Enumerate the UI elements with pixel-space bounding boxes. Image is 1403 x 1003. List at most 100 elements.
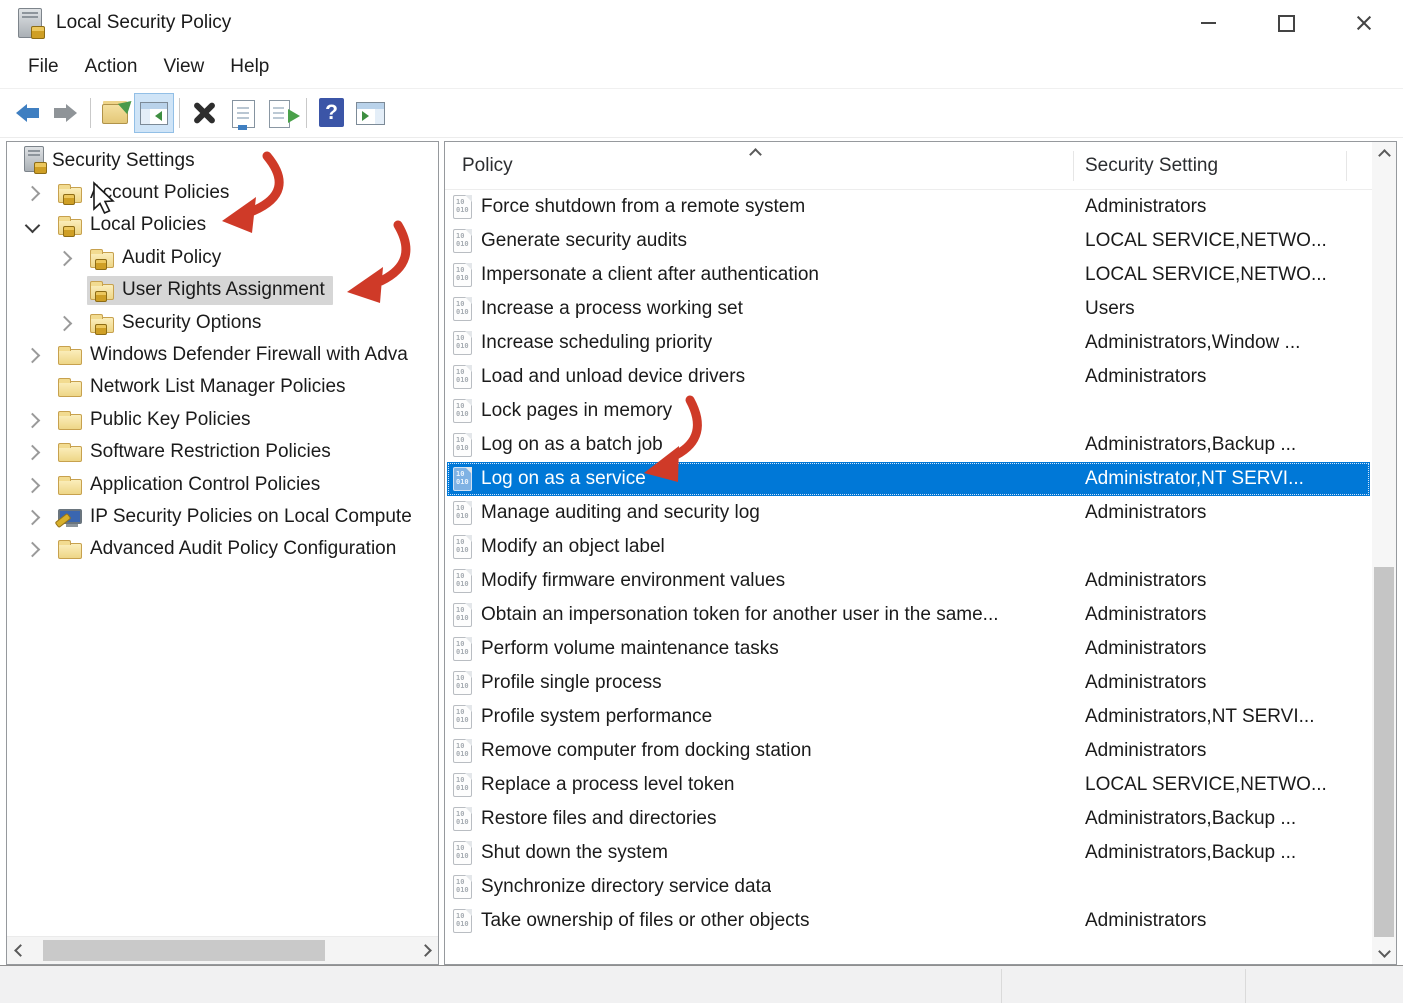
policy-name: Modify an object label bbox=[481, 536, 665, 557]
policy-row-replace-a-process-level-token[interactable]: Replace a process level token LOCAL SERVI… bbox=[447, 768, 1370, 802]
tree-item-windows-defender-firewall-with-adva[interactable]: Windows Defender Firewall with Adva bbox=[7, 339, 438, 371]
column-divider[interactable] bbox=[1346, 151, 1347, 181]
policy-row-restore-files-and-directories[interactable]: Restore files and directories Administrat… bbox=[447, 802, 1370, 836]
policy-row-shut-down-the-system[interactable]: Shut down the system Administrators,Backu… bbox=[447, 836, 1370, 870]
menu-view[interactable]: View bbox=[150, 52, 217, 84]
chevron-right-icon[interactable] bbox=[56, 315, 73, 331]
menu-help[interactable]: Help bbox=[217, 52, 282, 84]
tree-item-ip-security-policies-on-local-compute[interactable]: IP Security Policies on Local Compute bbox=[7, 501, 438, 533]
policy-row-modify-firmware-environment-values[interactable]: Modify firmware environment values Admini… bbox=[447, 564, 1370, 598]
policy-doc-icon bbox=[453, 603, 472, 627]
tree-item-audit-policy[interactable]: Audit Policy bbox=[7, 242, 438, 274]
policy-name: Manage auditing and security log bbox=[481, 502, 760, 523]
policy-row-increase-a-process-working-set[interactable]: Increase a process working set Users bbox=[447, 292, 1370, 326]
tree-item-label: User Rights Assignment bbox=[122, 279, 325, 301]
delete-icon[interactable] bbox=[186, 94, 224, 132]
tree-item-user-rights-assignment[interactable]: User Rights Assignment bbox=[7, 275, 438, 307]
policy-row-manage-auditing-and-security-log[interactable]: Manage auditing and security log Administ… bbox=[447, 496, 1370, 530]
chevron-right-icon[interactable] bbox=[24, 477, 41, 493]
tree-item-security-settings[interactable]: Security Settings bbox=[7, 145, 438, 177]
policy-row-lock-pages-in-memory[interactable]: Lock pages in memory bbox=[447, 394, 1370, 428]
minimize-icon bbox=[1200, 22, 1216, 24]
chevron-right-icon[interactable] bbox=[24, 509, 41, 526]
tree-item-account-policies[interactable]: Account Policies bbox=[7, 177, 438, 209]
policy-row-force-shutdown-from-a-remote-system[interactable]: Force shutdown from a remote system Admin… bbox=[447, 190, 1370, 224]
policy-name: Synchronize directory service data bbox=[481, 876, 772, 897]
menu-action[interactable]: Action bbox=[72, 52, 151, 84]
policy-row-log-on-as-a-batch-job[interactable]: Log on as a batch job Administrators,Back… bbox=[447, 428, 1370, 462]
policy-doc-icon bbox=[453, 297, 472, 321]
policy-name: Log on as a batch job bbox=[481, 434, 663, 455]
tree-item-local-policies[interactable]: Local Policies bbox=[7, 210, 438, 242]
list-vertical-scrollbar[interactable] bbox=[1372, 142, 1396, 964]
chevron-right-icon[interactable] bbox=[56, 250, 73, 267]
tree-item-public-key-policies[interactable]: Public Key Policies bbox=[7, 404, 438, 436]
column-divider[interactable] bbox=[1073, 151, 1074, 181]
policy-doc-icon bbox=[453, 501, 472, 525]
tree-expander bbox=[24, 509, 55, 526]
policy-row-modify-an-object-label[interactable]: Modify an object label bbox=[447, 530, 1370, 564]
policy-row-obtain-an-impersonation-token-for-another-user-in-the-same[interactable]: Obtain an impersonation token for anothe… bbox=[447, 598, 1370, 632]
tree-item-application-control-policies[interactable]: Application Control Policies bbox=[7, 469, 438, 501]
tree-item-network-list-manager-policies[interactable]: Network List Manager Policies bbox=[7, 372, 438, 404]
policy-row-take-ownership-of-files-or-other-objects[interactable]: Take ownership of files or other objects… bbox=[447, 904, 1370, 938]
policy-row-perform-volume-maintenance-tasks[interactable]: Perform volume maintenance tasks Administ… bbox=[447, 632, 1370, 666]
vertical-scroll-thumb[interactable] bbox=[1374, 567, 1394, 937]
folder-arrow-icon[interactable] bbox=[97, 94, 135, 132]
policy-row-synchronize-directory-service-data[interactable]: Synchronize directory service data bbox=[447, 870, 1370, 904]
export-list-icon[interactable] bbox=[262, 94, 300, 132]
security-setting-value: Administrators bbox=[1085, 604, 1207, 625]
security-setting-value: Administrators bbox=[1085, 502, 1207, 523]
policy-doc-icon bbox=[453, 331, 472, 355]
policy-name: Profile single process bbox=[481, 672, 662, 693]
console-tree-icon[interactable] bbox=[134, 93, 174, 133]
help-icon[interactable] bbox=[313, 94, 351, 132]
policy-row-log-on-as-a-service[interactable]: Log on as a service Administrator,NT SERV… bbox=[447, 462, 1370, 496]
scroll-right-arrow[interactable] bbox=[412, 937, 438, 964]
column-header-security-setting[interactable]: Security Setting bbox=[1085, 155, 1218, 177]
action-pane-icon[interactable] bbox=[351, 94, 389, 132]
tree-item-content: Windows Defender Firewall with Adva bbox=[55, 341, 416, 370]
maximize-icon bbox=[1277, 14, 1295, 32]
scroll-up-arrow[interactable] bbox=[1372, 142, 1396, 168]
chevron-right-icon[interactable] bbox=[24, 185, 41, 202]
security-setting-value: Administrators bbox=[1085, 196, 1207, 217]
security-root-icon bbox=[24, 145, 47, 174]
policy-name: Profile system performance bbox=[481, 706, 713, 727]
policy-doc-icon bbox=[453, 807, 472, 831]
chevron-right-icon[interactable] bbox=[24, 542, 41, 558]
properties-icon[interactable] bbox=[224, 94, 262, 132]
window-title: Local Security Policy bbox=[56, 12, 232, 33]
back-icon[interactable] bbox=[8, 94, 46, 132]
forward-icon[interactable] bbox=[46, 94, 84, 132]
tree-item-advanced-audit-policy-configuration[interactable]: Advanced Audit Policy Configuration bbox=[7, 534, 438, 566]
policy-name: Lock pages in memory bbox=[481, 400, 673, 421]
scroll-left-arrow[interactable] bbox=[7, 937, 33, 964]
menu-file[interactable]: File bbox=[15, 52, 72, 84]
tree-horizontal-scrollbar[interactable] bbox=[7, 936, 438, 964]
policy-row-load-and-unload-device-drivers[interactable]: Load and unload device drivers Administra… bbox=[447, 360, 1370, 394]
minimize-button[interactable] bbox=[1169, 0, 1247, 46]
maximize-button[interactable] bbox=[1247, 0, 1325, 46]
policy-row-profile-system-performance[interactable]: Profile system performance Administrators… bbox=[447, 700, 1370, 734]
chevron-right-icon[interactable] bbox=[24, 444, 41, 461]
chevron-right-icon[interactable] bbox=[24, 412, 41, 429]
chevron-right-icon[interactable] bbox=[24, 347, 41, 364]
tree-expander bbox=[24, 477, 55, 493]
scroll-down-arrow[interactable] bbox=[1372, 938, 1396, 964]
column-header-policy[interactable]: Policy bbox=[462, 155, 513, 177]
close-button[interactable] bbox=[1325, 0, 1403, 46]
local-security-policy-app-icon bbox=[18, 8, 45, 39]
policy-row-generate-security-audits[interactable]: Generate security audits LOCAL SERVICE,NE… bbox=[447, 224, 1370, 258]
policy-doc-icon bbox=[453, 569, 472, 593]
tree-item-software-restriction-policies[interactable]: Software Restriction Policies bbox=[7, 437, 438, 469]
list-header: Policy Security Setting bbox=[445, 142, 1372, 190]
chevron-down-icon[interactable] bbox=[24, 218, 41, 234]
horizontal-scroll-thumb[interactable] bbox=[43, 940, 325, 961]
policy-row-profile-single-process[interactable]: Profile single process Administrators bbox=[447, 666, 1370, 700]
tree-item-security-options[interactable]: Security Options bbox=[7, 307, 438, 339]
policy-row-increase-scheduling-priority[interactable]: Increase scheduling priority Administrato… bbox=[447, 326, 1370, 360]
policy-row-impersonate-a-client-after-authentication[interactable]: Impersonate a client after authenticatio… bbox=[447, 258, 1370, 292]
policy-row-remove-computer-from-docking-station[interactable]: Remove computer from docking station Admi… bbox=[447, 734, 1370, 768]
sort-ascending-icon[interactable] bbox=[749, 146, 762, 164]
